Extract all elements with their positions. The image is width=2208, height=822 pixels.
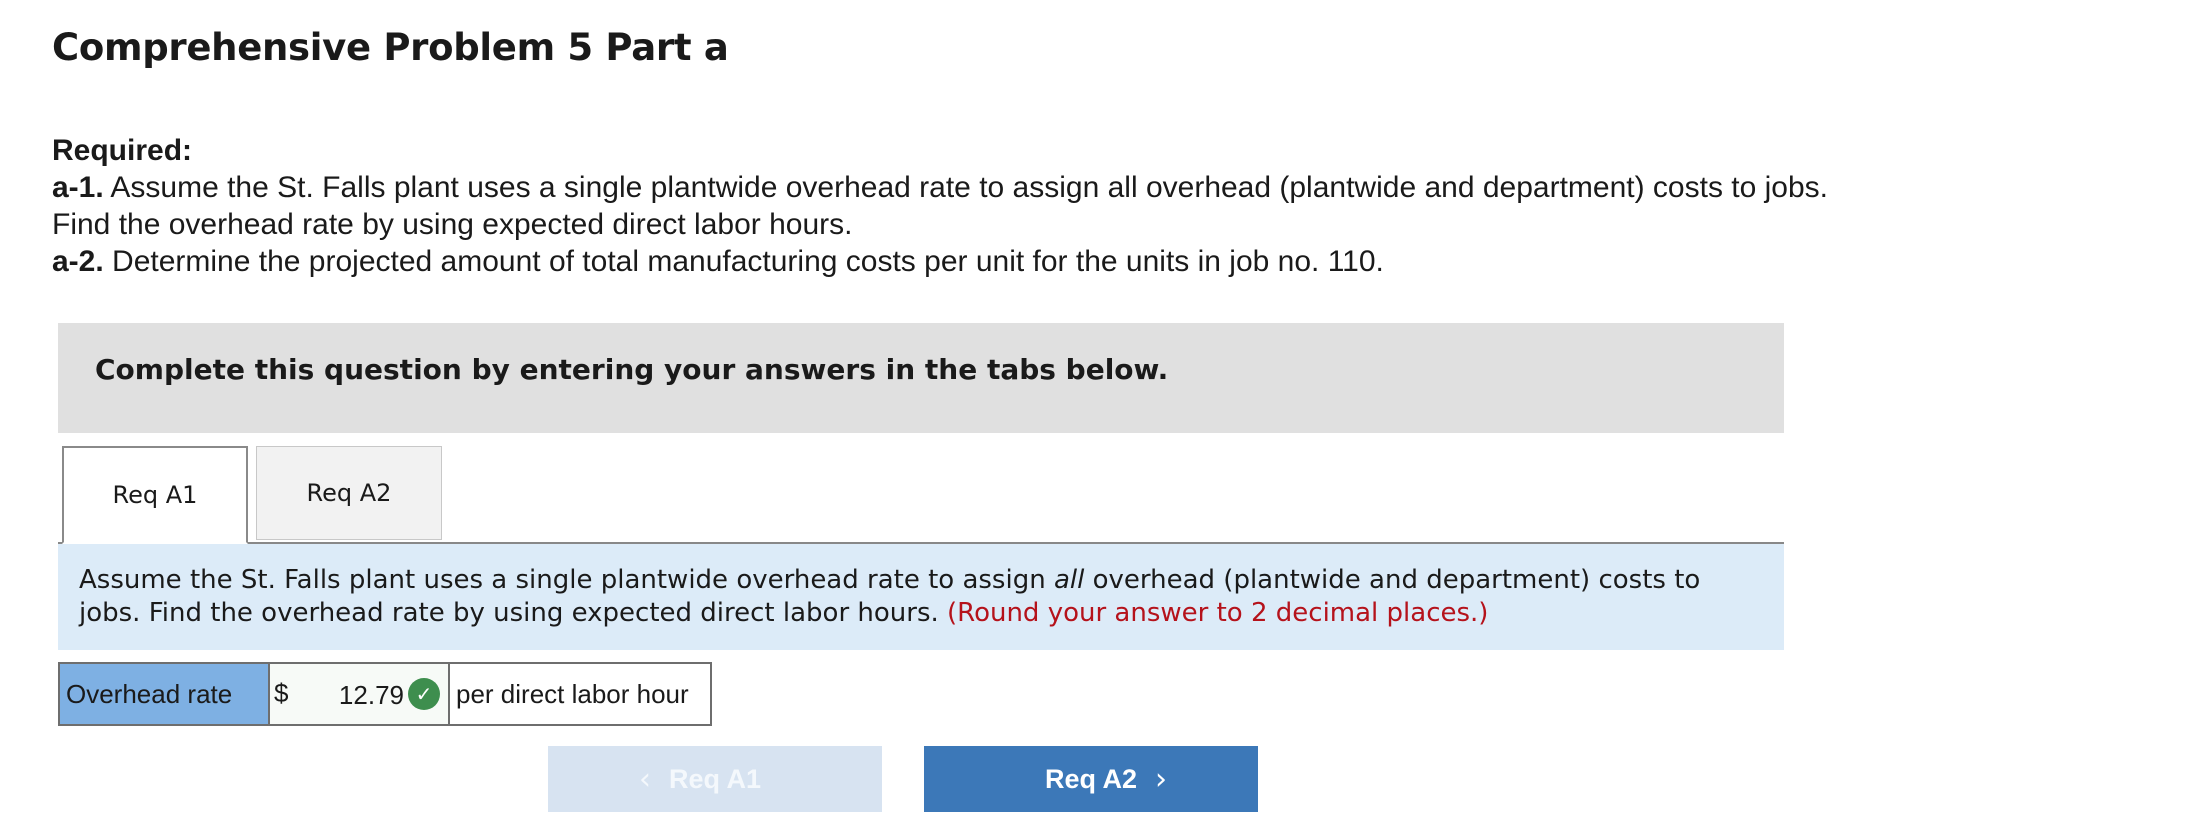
requirement-a1: a-1. Assume the St. Falls plant uses a s… — [52, 169, 2052, 206]
question-panel: Assume the St. Falls plant uses a single… — [58, 544, 1784, 650]
instruction-text: Complete this question by entering your … — [95, 353, 1169, 386]
next-tab-label: Req A2 — [1044, 763, 1138, 794]
instruction-box: Complete this question by entering your … — [58, 323, 1784, 433]
tab-req-a2[interactable]: Req A2 — [256, 446, 442, 540]
requirement-a1-text: Assume the St. Falls plant uses a single… — [103, 171, 1829, 204]
chevron-left-icon: ‹ — [638, 761, 651, 797]
tab-bar: Req A1 Req A2 — [58, 446, 1784, 544]
tab-req-a1[interactable]: Req A1 — [62, 446, 248, 544]
required-section: Required: a-1. Assume the St. Falls plan… — [52, 132, 2052, 280]
requirement-a1-continued: Find the overhead rate by using expected… — [52, 208, 853, 241]
checkmark-icon: ✓ — [408, 678, 440, 710]
question-text-start: Assume the St. Falls plant uses a single… — [79, 565, 1054, 595]
answer-row: Overhead rate $ 12.79 ✓ per direct labor… — [58, 662, 712, 726]
question-emphasis: all — [1053, 565, 1085, 595]
rounding-hint: (Round your answer to 2 decimal places.) — [947, 598, 1489, 628]
requirement-a2-label: a-2. — [52, 245, 104, 278]
rate-unit-label: per direct labor hour — [448, 662, 712, 726]
overhead-rate-input[interactable]: $ 12.79 ✓ — [268, 662, 450, 726]
page-title: Comprehensive Problem 5 Part a — [52, 26, 729, 69]
requirement-a1-label: a-1. — [52, 171, 104, 204]
overhead-rate-value[interactable]: 12.79 — [339, 680, 404, 711]
next-tab-button[interactable]: › Req A2 › — [924, 746, 1258, 812]
answer-table: Overhead rate $ 12.79 ✓ per direct labor… — [58, 662, 712, 726]
overhead-rate-label: Overhead rate — [58, 662, 270, 726]
required-heading: Required: — [52, 134, 193, 167]
requirement-a2-text: Determine the projected amount of total … — [103, 245, 1384, 278]
currency-symbol: $ — [274, 678, 289, 708]
prev-tab-button[interactable]: ‹ Req A1 ‹ — [548, 746, 882, 812]
chevron-right-icon: › — [1155, 761, 1168, 797]
prev-tab-label: Req A1 — [668, 763, 762, 794]
requirement-a2: a-2. Determine the projected amount of t… — [52, 243, 2052, 280]
